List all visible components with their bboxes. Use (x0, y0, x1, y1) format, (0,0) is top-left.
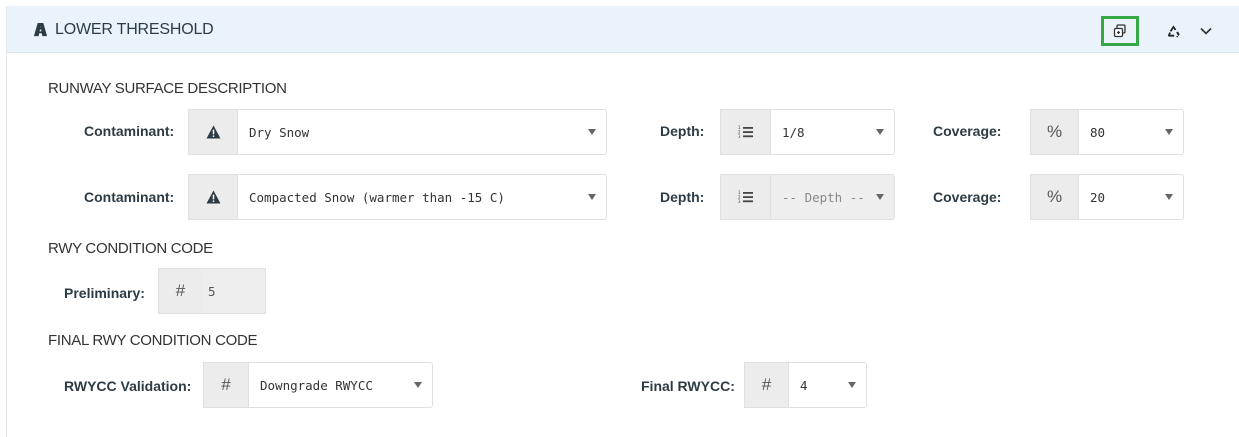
recycle-icon (1167, 24, 1180, 38)
rwycc-validation-select[interactable]: Downgrade RWYCC (248, 362, 433, 408)
hash-addon: # (158, 268, 202, 314)
validation-value: Downgrade RWYCC (260, 377, 373, 393)
final-section-title: FINAL RWY CONDITION CODE (48, 332, 258, 349)
percent-addon: % (1030, 174, 1078, 220)
final-rwycc-label: Final RWYCC: (641, 378, 735, 394)
depth-label: Depth: (660, 189, 705, 205)
chevron-down-icon (1200, 27, 1212, 35)
svg-text:3: 3 (738, 134, 741, 139)
chevron-down-icon (876, 129, 884, 135)
warning-addon (188, 109, 237, 155)
coverage-select-2[interactable]: 20 (1078, 174, 1184, 220)
contaminant-label: Contaminant: (84, 123, 175, 139)
copy-button[interactable] (1101, 16, 1139, 46)
surface-section-title: RUNWAY SURFACE DESCRIPTION (48, 80, 287, 97)
chevron-down-icon (588, 129, 596, 135)
warning-addon (188, 174, 237, 220)
depth-label: Depth: (660, 123, 705, 139)
chevron-down-icon (414, 382, 422, 388)
coverage-select-1[interactable]: 80 (1078, 109, 1184, 155)
ordered-list-icon: 1 2 3 (738, 125, 753, 139)
contaminant-value: Compacted Snow (warmer than -15 C) (249, 189, 505, 205)
runway-icon (33, 22, 48, 37)
collapse-button[interactable] (1187, 16, 1225, 46)
depth-value: 1/8 (782, 124, 805, 140)
preliminary-value: 5 (202, 268, 266, 314)
hash-addon: # (744, 362, 788, 408)
hash-addon: # (203, 362, 248, 408)
depth-select-1[interactable]: 1/8 (770, 109, 895, 155)
depth-addon: 1 2 3 (720, 174, 770, 220)
validation-label: RWYCC Validation: (64, 378, 192, 394)
copy-icon (1113, 24, 1126, 38)
chevron-down-icon (1165, 194, 1173, 200)
percent-addon: % (1030, 109, 1078, 155)
panel-title: LOWER THRESHOLD (55, 21, 214, 38)
final-rwycc-value: 4 (800, 377, 808, 393)
contaminant-select-1[interactable]: Dry Snow (237, 109, 607, 155)
contaminant-value: Dry Snow (249, 124, 310, 140)
contaminant-select-2[interactable]: Compacted Snow (warmer than -15 C) (237, 174, 607, 220)
depth-select-2[interactable]: -- Depth -- (770, 174, 895, 220)
preliminary-label: Preliminary: (64, 285, 145, 301)
svg-text:3: 3 (738, 199, 741, 204)
coverage-label: Coverage: (933, 189, 1002, 205)
chevron-down-icon (588, 194, 596, 200)
coverage-label: Coverage: (933, 123, 1002, 139)
lower-threshold-panel: LOWER THRESHOLD RUNWAY SURFACE DESCRIPTI… (6, 6, 1239, 437)
ordered-list-icon: 1 2 3 (738, 190, 753, 204)
panel-header[interactable]: LOWER THRESHOLD (7, 6, 1239, 53)
coverage-value: 20 (1090, 189, 1106, 205)
depth-addon: 1 2 3 (720, 109, 770, 155)
contaminant-label: Contaminant: (84, 189, 175, 205)
warning-icon (206, 190, 220, 204)
warning-icon (206, 125, 220, 139)
chevron-down-icon (876, 194, 884, 200)
final-rwycc-select[interactable]: 4 (788, 362, 867, 408)
depth-placeholder: -- Depth -- (782, 189, 865, 205)
rwycc-section-title: RWY CONDITION CODE (48, 240, 213, 257)
chevron-down-icon (848, 382, 856, 388)
coverage-value: 80 (1090, 124, 1106, 140)
chevron-down-icon (1165, 129, 1173, 135)
